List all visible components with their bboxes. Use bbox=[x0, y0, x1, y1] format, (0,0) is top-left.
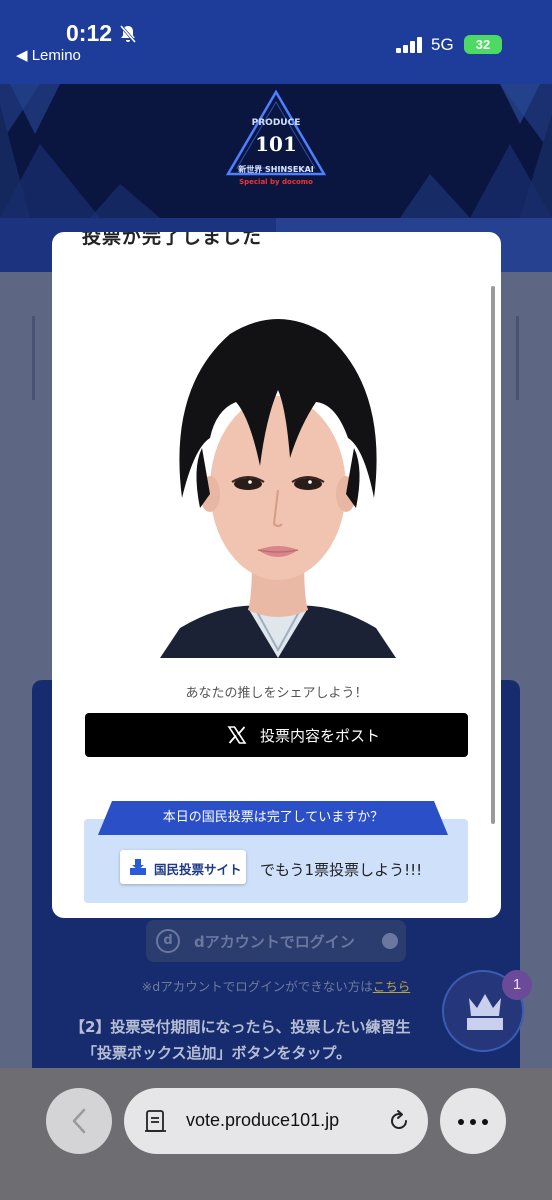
share-prompt: あなたの推しをシェアしよう！ bbox=[185, 686, 368, 701]
d-account-icon: d bbox=[156, 929, 180, 953]
arrow-right-icon bbox=[382, 933, 398, 949]
modal-scrollbar[interactable] bbox=[491, 286, 495, 824]
modal-title: 投票が完了しました bbox=[82, 232, 263, 248]
share-modal: 投票が完了しました あなたの推しをシェアしよう！ 投票内容をポスト 国民投票サイ… bbox=[52, 232, 501, 918]
more-dot-icon bbox=[470, 1119, 476, 1125]
x-logo-icon bbox=[227, 726, 247, 744]
back-to-app-link[interactable]: ◀ Lemino bbox=[16, 46, 81, 64]
status-time: 0:12 bbox=[66, 20, 113, 46]
bell-muted-icon bbox=[119, 25, 137, 43]
help-link[interactable]: こちら bbox=[373, 979, 411, 994]
background-divider bbox=[32, 316, 35, 400]
ballot-box-icon bbox=[130, 859, 146, 875]
vote-box-icon bbox=[467, 994, 503, 1030]
status-bar: 0:12 ◀ Lemino 5G 32 bbox=[0, 0, 552, 84]
dlogin-button-label: dアカウントでログイン bbox=[194, 933, 355, 951]
more-dot-icon bbox=[482, 1119, 488, 1125]
chevron-left-icon bbox=[72, 1108, 86, 1134]
network-type: 5G bbox=[431, 35, 454, 54]
page-menu-icon bbox=[145, 1110, 166, 1132]
post-to-x-button[interactable]: 投票内容をポスト bbox=[85, 713, 468, 757]
battery-icon: 32 bbox=[464, 35, 502, 54]
more-dot-icon bbox=[458, 1119, 464, 1125]
browser-back-button[interactable] bbox=[46, 1088, 112, 1154]
vote-box-count-badge: 1 bbox=[502, 970, 532, 1000]
dlogin-button[interactable]: d dアカウントでログイン bbox=[146, 920, 406, 962]
signal-icon bbox=[396, 37, 422, 53]
background-divider bbox=[516, 316, 519, 400]
url-text: vote.produce101.jp bbox=[186, 1110, 340, 1130]
promo-text: でもう1票投票しよう!!! bbox=[260, 861, 423, 879]
trainee-portrait bbox=[140, 298, 416, 658]
promo-ribbon: 本日の国民投票は完了していますか？ bbox=[98, 801, 448, 835]
address-bar[interactable]: vote.produce101.jp bbox=[124, 1088, 428, 1154]
more-options-button[interactable] bbox=[440, 1088, 506, 1154]
national-vote-site-link[interactable]: 国民投票サイト bbox=[120, 850, 246, 884]
reload-icon[interactable] bbox=[386, 1108, 412, 1134]
produce101-logo: PRODUCE 101 新世界 SHINSEKAI Special by doc… bbox=[222, 86, 330, 194]
site-badge-label: 国民投票サイト bbox=[154, 862, 242, 877]
post-button-label: 投票内容をポスト bbox=[260, 727, 381, 745]
browser-toolbar: vote.produce101.jp bbox=[0, 1068, 552, 1200]
header-banner: PRODUCE 101 新世界 SHINSEKAI Special by doc… bbox=[0, 84, 552, 218]
